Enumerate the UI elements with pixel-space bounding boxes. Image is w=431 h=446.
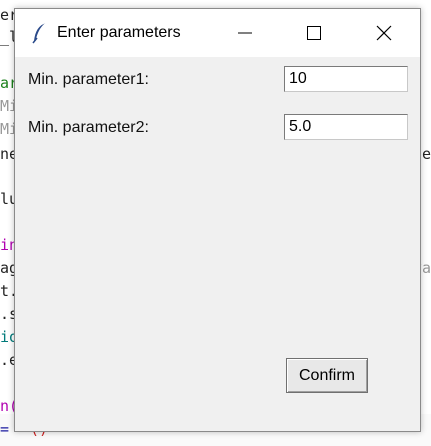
code-line: = [0,420,10,438]
minimize-button[interactable] [222,9,268,57]
maximize-icon [307,26,321,40]
minimize-icon [238,32,252,34]
close-button[interactable] [361,9,407,57]
title-bar[interactable]: Enter parameters [15,9,420,57]
param1-label: Min. parameter1: [28,71,149,88]
close-icon [376,25,392,41]
param2-label: Min. parameter2: [28,119,149,136]
param2-input[interactable] [284,114,408,140]
maximize-button[interactable] [291,9,337,57]
confirm-button[interactable]: Confirm [286,358,368,393]
param1-input[interactable] [284,66,408,92]
parameters-dialog: Enter parameters Min. parameter1: Min. p… [14,8,421,432]
feather-icon [29,21,51,45]
code-line-fragment: e [421,145,431,163]
window-title: Enter parameters [57,24,181,41]
